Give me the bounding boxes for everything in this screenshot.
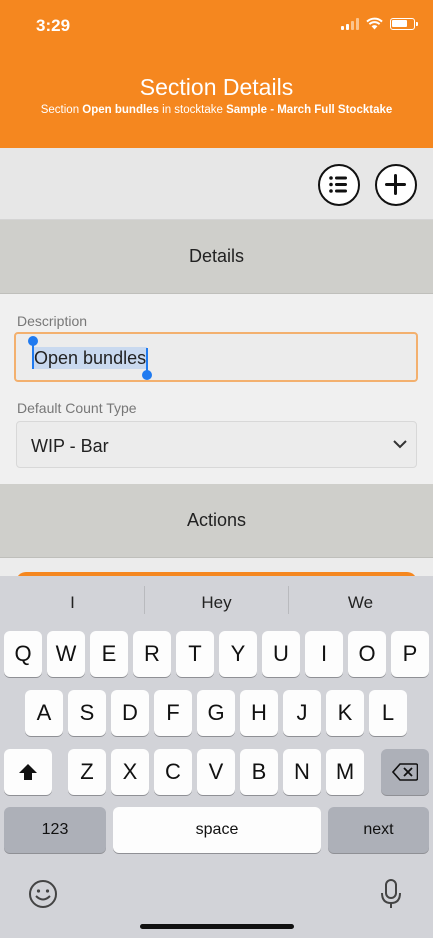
letter-key[interactable]: D [111,690,149,736]
cellular-signal-icon [341,18,359,30]
selection-end-handle[interactable] [142,370,152,380]
count-type-label: Default Count Type [17,400,137,416]
emoji-icon[interactable] [27,878,59,910]
letter-key[interactable]: N [283,749,321,795]
letter-key[interactable]: K [326,690,364,736]
letter-key[interactable]: A [25,690,63,736]
wifi-icon [366,17,383,30]
letter-key[interactable]: C [154,749,192,795]
actions-section-header: Actions [0,484,433,558]
letter-key[interactable]: J [283,690,321,736]
details-section-header: Details [0,220,433,294]
status-icons [341,17,418,30]
suggestion-bar: I Hey We [0,576,433,628]
letter-key[interactable]: Y [219,631,257,677]
status-time: 3:29 [36,16,71,35]
description-label: Description [17,313,88,329]
letter-key[interactable]: V [197,749,235,795]
letter-key[interactable]: R [133,631,171,677]
letter-key[interactable]: M [326,749,364,795]
letter-key[interactable]: W [47,631,85,677]
letter-key[interactable]: Z [68,749,106,795]
backspace-icon [392,763,418,781]
letter-key[interactable]: U [262,631,300,677]
count-type-value[interactable]: WIP - Bar [31,436,109,457]
home-indicator [140,924,294,929]
microphone-icon[interactable] [380,878,402,910]
letter-key[interactable]: Q [4,631,42,677]
letter-key[interactable]: G [197,690,235,736]
toolbar [0,148,433,220]
chevron-down-icon[interactable] [392,438,408,450]
letter-key[interactable]: F [154,690,192,736]
add-button[interactable] [375,164,417,206]
section-name: Open bundles [82,104,159,116]
next-key[interactable]: next [328,807,429,853]
list-icon [329,176,347,193]
selection-start-caret [32,342,34,369]
letter-key[interactable]: X [111,749,149,795]
shift-icon [19,764,37,780]
letter-key[interactable]: E [90,631,128,677]
suggestion-item[interactable]: Hey [145,593,288,613]
description-value[interactable]: Open bundles [33,347,148,369]
selection-start-handle[interactable] [28,336,38,346]
plus-icon [385,174,406,195]
letter-key[interactable]: B [240,749,278,795]
suggestion-item[interactable]: We [289,593,432,613]
letter-key[interactable]: H [240,690,278,736]
letter-key[interactable]: O [348,631,386,677]
battery-icon [390,18,418,30]
letter-key[interactable]: T [176,631,214,677]
letter-key[interactable]: S [68,690,106,736]
shift-key[interactable] [4,749,52,795]
space-key[interactable]: space [113,807,321,853]
numbers-key[interactable]: 123 [4,807,106,853]
app-header: 3:29 Section Details Section Open bundle… [0,0,433,148]
suggestion-item[interactable]: I [1,593,144,613]
letter-key[interactable]: P [391,631,429,677]
letter-key[interactable]: L [369,690,407,736]
page-title: Section Details [139,74,294,100]
page-subtitle: Section Open bundles in stocktake Sample… [40,104,393,116]
stocktake-name: Sample - March Full Stocktake [226,104,393,116]
backspace-key[interactable] [381,749,429,795]
letter-key[interactable]: I [305,631,343,677]
list-button[interactable] [318,164,360,206]
